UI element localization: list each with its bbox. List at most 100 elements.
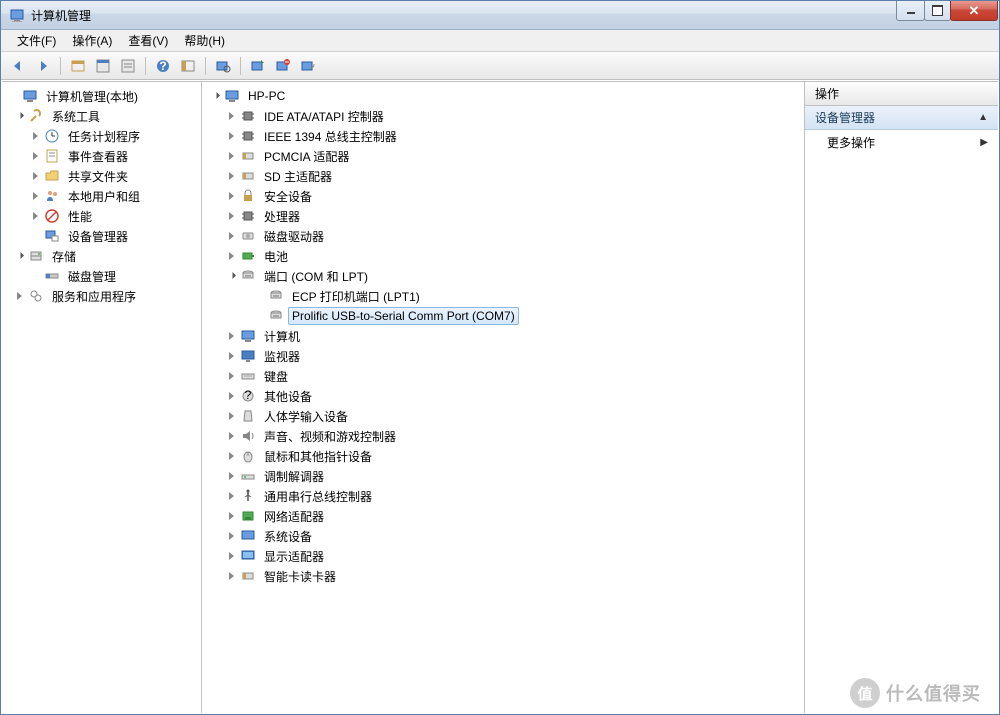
uninstall-button[interactable] [272, 55, 294, 77]
toolbar-separator [240, 57, 241, 75]
device-root[interactable]: HP-PC [202, 86, 804, 106]
tree-system-tools[interactable]: 系统工具 [2, 106, 201, 126]
tree-performance[interactable]: 性能 [2, 206, 201, 226]
actions-section[interactable]: 设备管理器 ▲ [805, 106, 998, 130]
device-mgr-icon [44, 228, 60, 244]
tools-icon [28, 108, 44, 124]
tree-disk-management[interactable]: 磁盘管理 [2, 266, 201, 286]
device-cat-security[interactable]: 安全设备 [202, 186, 804, 206]
node-label: 系统工具 [48, 106, 104, 127]
show-hide-tree-button[interactable] [67, 55, 89, 77]
device-cat-system[interactable]: 系统设备 [202, 526, 804, 546]
storage-icon [28, 248, 44, 264]
node-label: 系统设备 [260, 526, 316, 547]
menu-file[interactable]: 文件(F) [9, 30, 64, 51]
properties-button[interactable] [92, 55, 114, 77]
forward-button[interactable] [32, 55, 54, 77]
actions-pane: 操作 设备管理器 ▲ 更多操作 ▶ [804, 82, 998, 713]
tree-task-scheduler[interactable]: 任务计划程序 [2, 126, 201, 146]
users-icon [44, 188, 60, 204]
node-label: 电池 [260, 246, 292, 267]
device-cat-modem[interactable]: 调制解调器 [202, 466, 804, 486]
batt-icon [240, 248, 256, 264]
disable-button[interactable] [297, 55, 319, 77]
node-label: 显示适配器 [260, 546, 328, 567]
other-icon: ? [240, 388, 256, 404]
toolbar-separator [145, 57, 146, 75]
port-icon [268, 308, 284, 324]
hdd-icon [240, 228, 256, 244]
menu-help[interactable]: 帮助(H) [176, 30, 233, 51]
window-frame: 计算机管理 ✕ 文件(F) 操作(A) 查看(V) 帮助(H) ? [0, 0, 1000, 715]
device-port-prolific[interactable]: Prolific USB-to-Serial Comm Port (COM7) [202, 306, 804, 326]
back-button[interactable] [7, 55, 29, 77]
tree-services-apps[interactable]: 服务和应用程序 [2, 286, 201, 306]
device-cat-disk[interactable]: 磁盘驱动器 [202, 226, 804, 246]
sys-icon [240, 528, 256, 544]
pc-icon [240, 328, 256, 344]
tree-local-users[interactable]: 本地用户和组 [2, 186, 201, 206]
content-area: 计算机管理(本地) 系统工具 任务计划程序 事件查看器 共享文件夹 [2, 81, 998, 713]
port-icon [240, 268, 256, 284]
export-button[interactable] [117, 55, 139, 77]
node-label: SD 主适配器 [260, 166, 336, 187]
device-tree[interactable]: HP-PC IDE ATA/ATAPI 控制器 IEEE 1394 总线主控制器… [202, 82, 804, 713]
view-button[interactable] [177, 55, 199, 77]
node-label: 设备管理器 [64, 226, 132, 247]
usb-icon [240, 488, 256, 504]
window-title: 计算机管理 [31, 7, 897, 24]
device-cat-sd[interactable]: SD 主适配器 [202, 166, 804, 186]
node-label: 键盘 [260, 366, 292, 387]
more-actions[interactable]: 更多操作 ▶ [805, 130, 998, 154]
device-port-ecp[interactable]: ECP 打印机端口 (LPT1) [202, 286, 804, 306]
toolbar-separator [60, 57, 61, 75]
node-label: 事件查看器 [64, 146, 132, 167]
help-button[interactable]: ? [152, 55, 174, 77]
tree-device-manager[interactable]: 设备管理器 [2, 226, 201, 246]
device-cat-ide[interactable]: IDE ATA/ATAPI 控制器 [202, 106, 804, 126]
titlebar[interactable]: 计算机管理 ✕ [1, 1, 999, 30]
device-cat-computer[interactable]: 计算机 [202, 326, 804, 346]
device-cat-monitor[interactable]: 监视器 [202, 346, 804, 366]
device-cat-ieee1394[interactable]: IEEE 1394 总线主控制器 [202, 126, 804, 146]
device-cat-hid[interactable]: 人体学输入设备 [202, 406, 804, 426]
device-cat-usb[interactable]: 通用串行总线控制器 [202, 486, 804, 506]
device-cat-display[interactable]: 显示适配器 [202, 546, 804, 566]
device-cat-other[interactable]: ? 其他设备 [202, 386, 804, 406]
node-label: 磁盘驱动器 [260, 226, 328, 247]
menu-view[interactable]: 查看(V) [120, 30, 176, 51]
node-label: 性能 [64, 206, 96, 227]
modem-icon [240, 468, 256, 484]
update-driver-button[interactable] [247, 55, 269, 77]
tree-storage[interactable]: 存储 [2, 246, 201, 266]
node-label: 鼠标和其他指针设备 [260, 446, 376, 467]
tree-shared-folders[interactable]: 共享文件夹 [2, 166, 201, 186]
actions-section-title: 设备管理器 [815, 109, 875, 126]
snd-icon [240, 428, 256, 444]
device-cat-mouse[interactable]: 鼠标和其他指针设备 [202, 446, 804, 466]
device-cat-pcmcia[interactable]: PCMCIA 适配器 [202, 146, 804, 166]
device-cat-smartcard[interactable]: 智能卡读卡器 [202, 566, 804, 586]
device-cat-cpu[interactable]: 处理器 [202, 206, 804, 226]
scan-button[interactable] [212, 55, 234, 77]
node-label: 本地用户和组 [64, 186, 144, 207]
chip-icon [240, 208, 256, 224]
device-cat-sound[interactable]: 声音、视频和游戏控制器 [202, 426, 804, 446]
maximize-button[interactable] [924, 1, 951, 21]
minimize-button[interactable] [896, 1, 925, 21]
node-label: 端口 (COM 和 LPT) [260, 266, 372, 287]
menu-action[interactable]: 操作(A) [64, 30, 120, 51]
clock-icon [44, 128, 60, 144]
device-cat-ports[interactable]: 端口 (COM 和 LPT) [202, 266, 804, 286]
node-label: 存储 [48, 246, 80, 267]
console-tree[interactable]: 计算机管理(本地) 系统工具 任务计划程序 事件查看器 共享文件夹 [2, 82, 202, 713]
tree-event-viewer[interactable]: 事件查看器 [2, 146, 201, 166]
device-cat-battery[interactable]: 电池 [202, 246, 804, 266]
node-label: 计算机管理(本地) [42, 86, 142, 107]
node-label: 任务计划程序 [64, 126, 144, 147]
tree-root-local[interactable]: 计算机管理(本地) [2, 86, 201, 106]
device-cat-network[interactable]: 网络适配器 [202, 506, 804, 526]
close-button[interactable]: ✕ [950, 1, 998, 21]
node-label: 计算机 [260, 326, 304, 347]
device-cat-keyboard[interactable]: 键盘 [202, 366, 804, 386]
